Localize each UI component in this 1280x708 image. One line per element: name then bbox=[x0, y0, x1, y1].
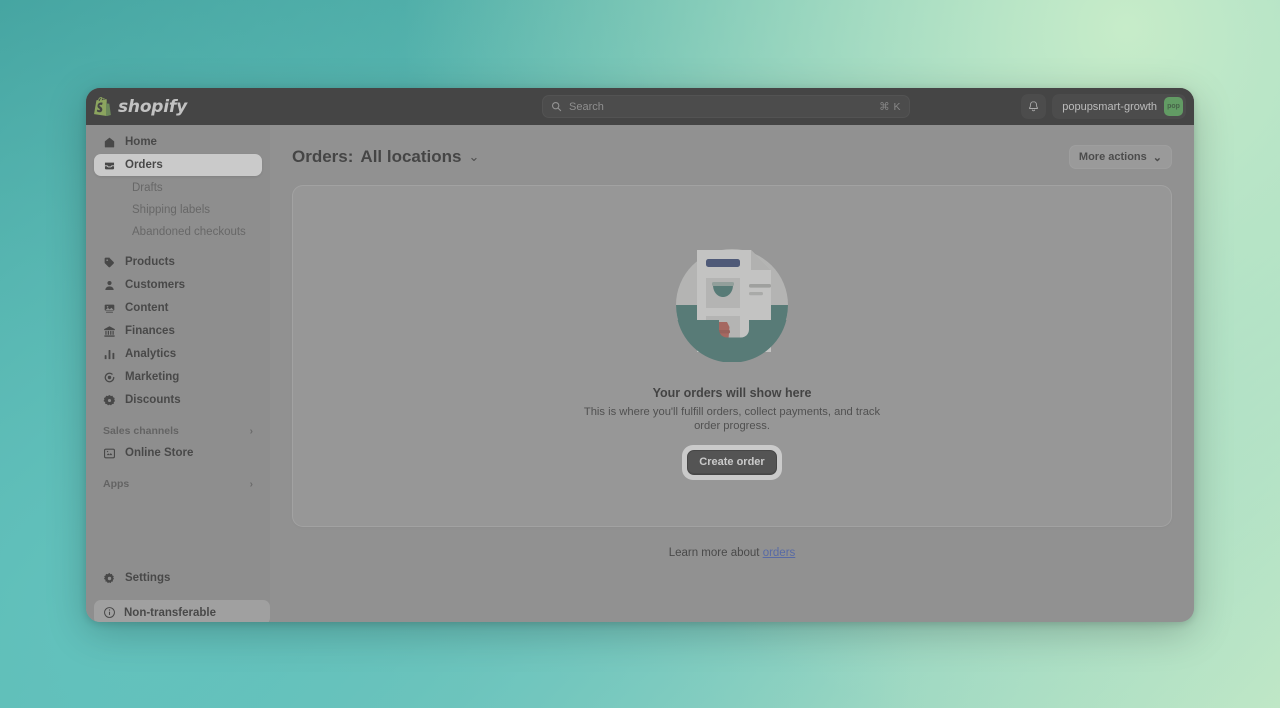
sidebar-item-analytics[interactable]: Analytics bbox=[94, 343, 262, 365]
content-image-icon bbox=[103, 302, 116, 315]
location-filter-button[interactable]: All locations bbox=[360, 147, 461, 167]
sidebar-item-label: Products bbox=[125, 256, 175, 268]
search-input[interactable]: Search ⌘ K bbox=[542, 95, 910, 118]
orders-empty-card: Your orders will show here This is where… bbox=[292, 185, 1172, 527]
sidebar-item-label: Content bbox=[125, 302, 169, 314]
sidebar-section-label: Apps bbox=[103, 478, 130, 490]
sidebar-item-abandoned-checkouts[interactable]: Abandoned checkouts bbox=[94, 221, 262, 242]
notifications-button[interactable] bbox=[1021, 94, 1047, 119]
person-icon bbox=[103, 279, 116, 292]
avatar: pop bbox=[1164, 97, 1183, 116]
learn-more-text: Learn more about orders bbox=[270, 547, 1194, 559]
sidebar-item-label: Discounts bbox=[125, 394, 181, 406]
sidebar-divider-gap-3 bbox=[86, 465, 270, 473]
sidebar-divider-gap bbox=[86, 243, 270, 251]
page-title-prefix: Orders: bbox=[292, 147, 354, 166]
sidebar-item-label: Abandoned checkouts bbox=[132, 225, 246, 238]
sidebar-item-finances[interactable]: Finances bbox=[94, 320, 262, 342]
main-content: Orders: All locations ⌄ More actions ⌄ Y… bbox=[270, 125, 1194, 622]
account-name: popupsmart-growth bbox=[1062, 100, 1157, 113]
create-order-focus-ring: Create order bbox=[682, 444, 782, 480]
search-icon bbox=[551, 101, 562, 112]
search-placeholder: Search bbox=[569, 100, 604, 113]
sidebar-item-home[interactable]: Home bbox=[94, 131, 262, 153]
more-actions-label: More actions bbox=[1078, 151, 1147, 163]
sidebar-item-online-store[interactable]: Online Store bbox=[94, 442, 262, 464]
brand-logo[interactable]: shopify bbox=[94, 97, 274, 117]
sidebar-item-label: Shipping labels bbox=[132, 203, 211, 216]
sidebar-item-label: Home bbox=[125, 136, 157, 148]
chevron-right-icon: › bbox=[249, 425, 253, 437]
sidebar-item-orders[interactable]: Orders bbox=[94, 154, 262, 176]
sidebar-item-products[interactable]: Products bbox=[94, 251, 262, 273]
orders-inbox-icon bbox=[103, 159, 116, 172]
empty-state-title: Your orders will show here bbox=[652, 386, 812, 401]
sidebar-item-label: Orders bbox=[125, 159, 163, 171]
page-title: Orders: All locations ⌄ bbox=[292, 147, 479, 167]
discount-icon bbox=[103, 394, 116, 407]
sidebar-item-shipping-labels[interactable]: Shipping labels bbox=[94, 199, 262, 220]
sidebar-section-apps[interactable]: Apps › bbox=[94, 473, 262, 495]
page-header: Orders: All locations ⌄ More actions ⌄ bbox=[270, 125, 1194, 169]
sidebar-item-label: Marketing bbox=[125, 371, 180, 383]
home-icon bbox=[103, 136, 116, 149]
learn-more-prefix: Learn more about bbox=[668, 547, 763, 559]
brand-name: shopify bbox=[118, 96, 187, 117]
sidebar-item-customers[interactable]: Customers bbox=[94, 274, 262, 296]
sidebar-item-label: Online Store bbox=[125, 447, 194, 459]
sidebar-item-drafts[interactable]: Drafts bbox=[94, 177, 262, 198]
sidebar: Home Orders Drafts Shipping labels Aband… bbox=[86, 125, 270, 622]
sidebar-section-label: Sales channels bbox=[103, 425, 179, 437]
sidebar-item-settings[interactable]: Settings bbox=[94, 567, 262, 589]
topbar-right-group: popupsmart-growth pop bbox=[1021, 94, 1186, 119]
gear-icon bbox=[103, 572, 116, 585]
order-document-illustration bbox=[676, 249, 788, 363]
sidebar-item-label: Drafts bbox=[132, 181, 163, 194]
more-actions-button[interactable]: More actions ⌄ bbox=[1068, 145, 1172, 169]
create-order-button[interactable]: Create order bbox=[687, 449, 777, 475]
bell-icon bbox=[1029, 101, 1039, 112]
sidebar-item-label: Settings bbox=[125, 572, 171, 584]
sidebar-item-discounts[interactable]: Discounts bbox=[94, 389, 262, 411]
bar-chart-icon bbox=[103, 348, 116, 361]
bank-icon bbox=[103, 325, 116, 338]
chevron-down-icon[interactable]: ⌄ bbox=[469, 149, 480, 165]
non-transferable-notice[interactable]: Non-transferable bbox=[94, 600, 270, 622]
top-bar: shopify Search ⌘ K popupsmart-growth pop bbox=[86, 88, 1194, 125]
non-transferable-label: Non-transferable bbox=[124, 606, 217, 619]
orders-help-link[interactable]: orders bbox=[763, 547, 796, 559]
shopify-bag-icon bbox=[94, 97, 111, 116]
storefront-icon bbox=[103, 447, 116, 460]
sidebar-item-marketing[interactable]: Marketing bbox=[94, 366, 262, 388]
empty-state-description: This is where you'll fulfill orders, col… bbox=[583, 406, 881, 432]
chevron-right-icon: › bbox=[249, 478, 253, 490]
chevron-down-icon: ⌄ bbox=[1152, 151, 1162, 164]
account-button[interactable]: popupsmart-growth pop bbox=[1052, 94, 1186, 119]
search-shortcut: ⌘ K bbox=[879, 100, 901, 113]
sidebar-item-content[interactable]: Content bbox=[94, 297, 262, 319]
sidebar-divider-gap-2 bbox=[86, 412, 270, 420]
sidebar-item-label: Finances bbox=[125, 325, 175, 337]
sidebar-item-label: Analytics bbox=[125, 348, 177, 360]
info-circle-icon bbox=[103, 606, 116, 619]
marketing-target-icon bbox=[103, 371, 116, 384]
settings-row: Settings bbox=[86, 567, 270, 590]
sidebar-item-label: Customers bbox=[125, 279, 186, 291]
shopify-admin-window: shopify Search ⌘ K popupsmart-growth pop bbox=[86, 88, 1194, 622]
tag-icon bbox=[103, 256, 116, 269]
sidebar-section-sales-channels[interactable]: Sales channels › bbox=[94, 420, 262, 442]
